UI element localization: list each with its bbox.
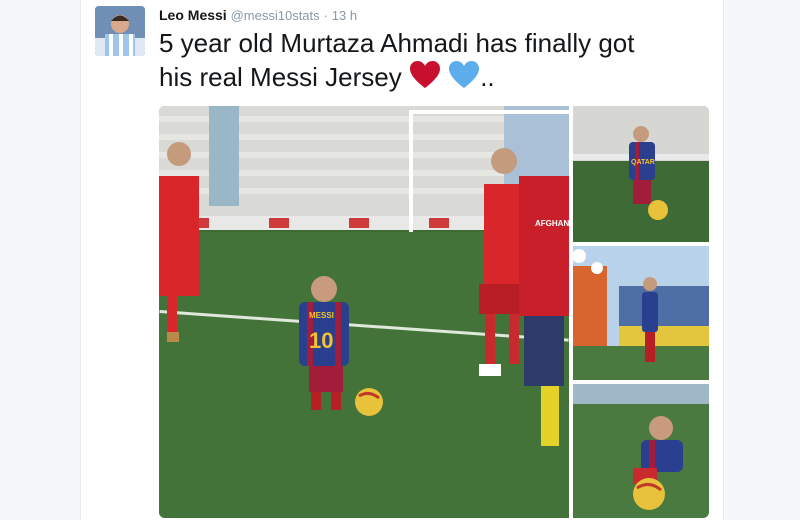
header-separator: · (323, 8, 328, 23)
jersey-number-text: 10 (309, 328, 333, 353)
red-heart-icon (409, 61, 440, 88)
jacket-banner-text: AFGHAN (535, 219, 569, 228)
author-name[interactable]: Leo Messi (159, 7, 227, 23)
thumbnail-photo-2[interactable] (572, 246, 709, 380)
author-avatar[interactable] (95, 6, 145, 56)
thumbnail-photo-1[interactable]: QATAR (573, 106, 709, 242)
tweet-text-suffix: .. (480, 62, 495, 92)
jersey-name-text: MESSI (309, 311, 334, 320)
avatar-image (95, 6, 145, 56)
tweet-card: Leo Messi @messi10stats · 13 h 5 year ol… (80, 0, 724, 520)
thumbnail-photo-3[interactable] (573, 384, 709, 518)
tweet-text-line-1: 5 year old Murtaza Ahmadi has finally go… (159, 28, 635, 58)
thumbnail-1-sponsor-text: QATAR (631, 159, 655, 166)
tweet-text-line-2-text: his real Messi Jersey (159, 62, 402, 92)
tweet-media-grid[interactable]: AFGHAN MESSI 10 QATAR (159, 106, 709, 518)
media-photos: AFGHAN MESSI 10 QATAR (159, 106, 709, 518)
tweet-header: Leo Messi @messi10stats · 13 h (159, 7, 357, 25)
author-handle[interactable]: @messi10stats (231, 8, 320, 23)
tweet-text-line-2: his real Messi Jersey .. (159, 60, 699, 94)
main-photo[interactable]: AFGHAN MESSI 10 (159, 106, 569, 518)
tweet-text: 5 year old Murtaza Ahmadi has finally go… (159, 26, 699, 94)
tweet-timestamp[interactable]: 13 h (332, 8, 357, 23)
blue-heart-icon (449, 61, 480, 88)
